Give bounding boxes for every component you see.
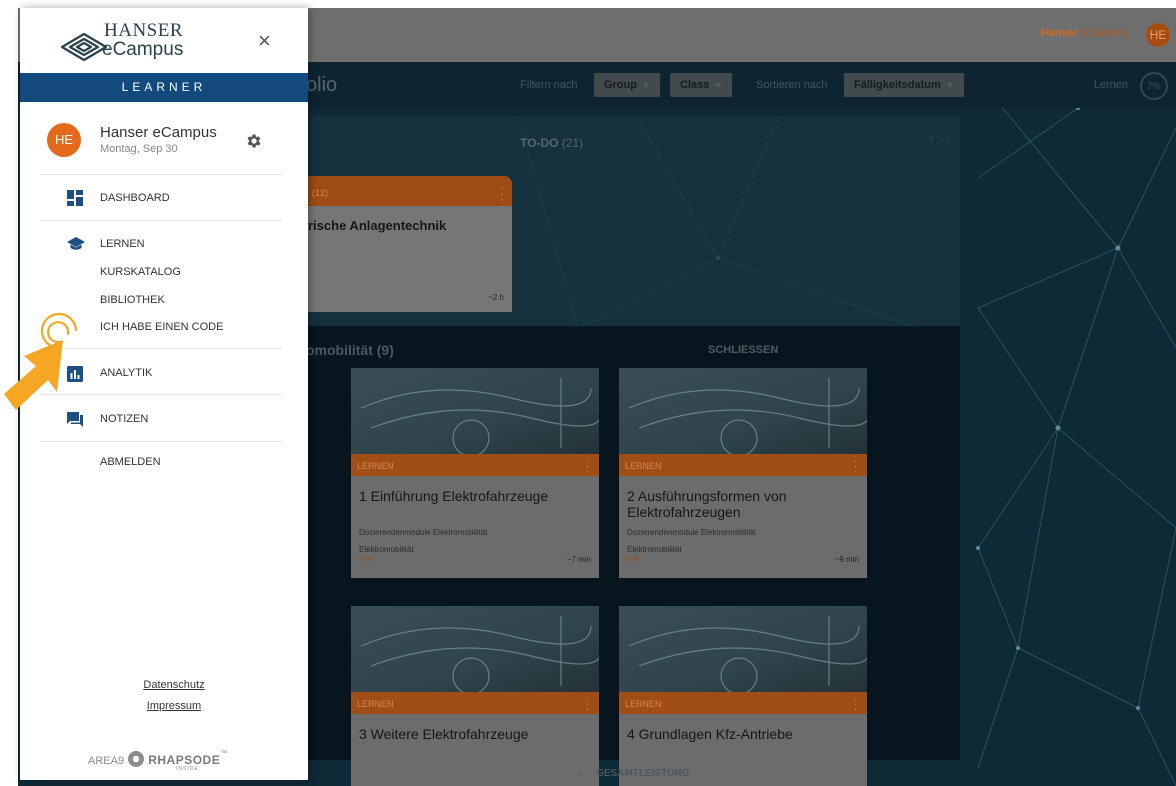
- divider: [40, 174, 282, 175]
- course-card-footer: 0 % ~7 min: [351, 555, 599, 569]
- course-section: omobilität (9) SCHLIESSEN LERNEN · · · 1 Ei…: [306, 326, 960, 786]
- chevron-down-icon: ▼: [714, 81, 723, 90]
- course-card-header: LERNEN · · ·: [351, 692, 599, 715]
- screen: Hanser eCampus HE olio Filtern nach Grou…: [0, 0, 1176, 786]
- divider: [40, 220, 282, 221]
- course-card-header: LERNEN · · ·: [619, 692, 867, 715]
- page-title: olio: [306, 74, 338, 96]
- powered-by-inside: INSIDE: [176, 766, 199, 772]
- course-card-title: 1 Einführung Elektrofahrzeuge: [359, 488, 549, 504]
- more-vertical-icon[interactable]: · · ·: [854, 695, 857, 715]
- course-card[interactable]: LERNEN · · · 3 Weitere Elektrofahrzeuge: [351, 606, 599, 786]
- logo-subtitle: eCampus: [102, 39, 184, 60]
- filter-label: Filtern nach: [520, 79, 578, 91]
- course-card-title: 2 Ausführungsformen von Elektrofahrzeuge…: [627, 488, 787, 520]
- graduation-cap-icon: [67, 237, 85, 250]
- divider: [40, 441, 282, 442]
- group-select[interactable]: Group ▼: [594, 73, 660, 97]
- todo-card[interactable]: (12) · · · rische Anlagentechnik ~2 h: [306, 176, 512, 312]
- more-vertical-icon[interactable]: · · ·: [586, 695, 589, 715]
- todo-card-title: rische Anlagentechnik: [308, 218, 447, 233]
- course-card-image: [619, 368, 867, 454]
- nav-item-abmelden[interactable]: ABMELDEN: [100, 456, 161, 468]
- close-icon[interactable]: ×: [258, 30, 271, 52]
- topbar-avatar[interactable]: HE: [1146, 23, 1170, 47]
- sort-select[interactable]: Fälligkeitsdatum ▼: [844, 73, 964, 97]
- course-card-time: ~9 min: [834, 555, 859, 564]
- course-card-time: ~7 min: [566, 555, 591, 564]
- learn-progress-ring: 7%: [1140, 72, 1168, 100]
- course-card-image: [351, 606, 599, 692]
- todo-card-header: (12): [306, 176, 512, 206]
- course-card-module: Dozierendenmodule Elektromobilität: [627, 528, 756, 537]
- powered-by: AREA9 RHAPSODE™: [88, 750, 228, 767]
- rhapsode-logo-icon: [128, 751, 145, 767]
- sort-label: Sortieren nach: [756, 79, 828, 91]
- course-card-title: 4 Grundlagen Kfz-Antriebe: [627, 726, 793, 742]
- course-card-module: Dozierendenmodule Elektromobilität: [359, 528, 488, 537]
- todo-card-time: ~2 h: [488, 293, 504, 302]
- more-vertical-icon[interactable]: · · ·: [500, 181, 504, 205]
- more-vertical-icon[interactable]: · · ·: [854, 457, 857, 477]
- course-card-footer: 0 % ~9 min: [619, 555, 867, 569]
- chevron-down-icon: ▼: [642, 81, 650, 90]
- user-name: Hanser eCampus: [100, 124, 217, 141]
- nav-item-bibliothek[interactable]: BIBLIOTHEK: [100, 294, 165, 306]
- nav-item-ich-habe-einen-code[interactable]: ICH HABE EINEN CODE: [100, 321, 223, 333]
- course-card-course: Elektromobilität: [359, 545, 414, 554]
- todo-title: TO-DO (21): [520, 136, 584, 150]
- role-banner: LEARNER: [20, 73, 308, 102]
- nav-item-analytik[interactable]: ANALYTIK: [100, 367, 152, 379]
- nav-item-lernen[interactable]: LERNEN: [100, 238, 145, 250]
- arrow-pointer-icon: [4, 312, 78, 410]
- avatar: HE: [47, 123, 81, 157]
- current-date: Montag, Sep 30: [100, 143, 178, 155]
- course-card-title: 3 Weitere Elektrofahrzeuge: [359, 726, 529, 742]
- course-card-progress: 0 %: [359, 555, 373, 564]
- overall-performance-toggle[interactable]: ⌄ GESAMTLEISTUNG: [306, 768, 960, 786]
- dashboard-icon: [67, 190, 83, 206]
- course-card-course: Elektromobilität: [627, 545, 682, 554]
- course-card[interactable]: LERNEN · · · 1 Einführung Elektrofahrzeuge …: [351, 368, 599, 578]
- section-close-button[interactable]: SCHLIESSEN: [708, 344, 778, 356]
- privacy-link[interactable]: Datenschutz: [30, 679, 318, 691]
- nav-item-notizen[interactable]: NOTIZEN: [100, 413, 148, 425]
- nav-item-kurskatalog[interactable]: KURSKATALOG: [100, 266, 181, 278]
- help-icon[interactable]: ? □: [927, 134, 948, 148]
- imprint-link[interactable]: Impressum: [30, 700, 318, 712]
- chevron-down-icon: ⌄: [576, 768, 585, 779]
- learn-label: Lernen: [1093, 79, 1128, 91]
- course-card-image: [619, 606, 867, 692]
- course-card-image: [351, 368, 599, 454]
- todo-panel: TO-DO (21) ? □ (12) · · · rische Anlagente…: [306, 116, 960, 328]
- course-card-header: LERNEN · · ·: [619, 454, 867, 477]
- section-title: omobilität (9): [306, 342, 394, 358]
- course-card[interactable]: LERNEN · · · 4 Grundlagen Kfz-Antriebe: [619, 606, 867, 786]
- topbar-user-label[interactable]: Hanser eCampus: [1041, 27, 1128, 39]
- more-vertical-icon[interactable]: · · ·: [586, 457, 589, 477]
- course-card[interactable]: LERNEN · · · 2 Ausführungsformen von Elektr…: [619, 368, 867, 578]
- class-select[interactable]: Class ▼: [670, 73, 733, 97]
- chevron-down-icon: ▼: [945, 81, 954, 90]
- gear-icon[interactable]: [245, 132, 263, 150]
- course-card-header: LERNEN · · ·: [351, 454, 599, 477]
- course-card-progress: 0 %: [627, 555, 641, 564]
- nav-item-dashboard[interactable]: DASHBOARD: [100, 192, 170, 204]
